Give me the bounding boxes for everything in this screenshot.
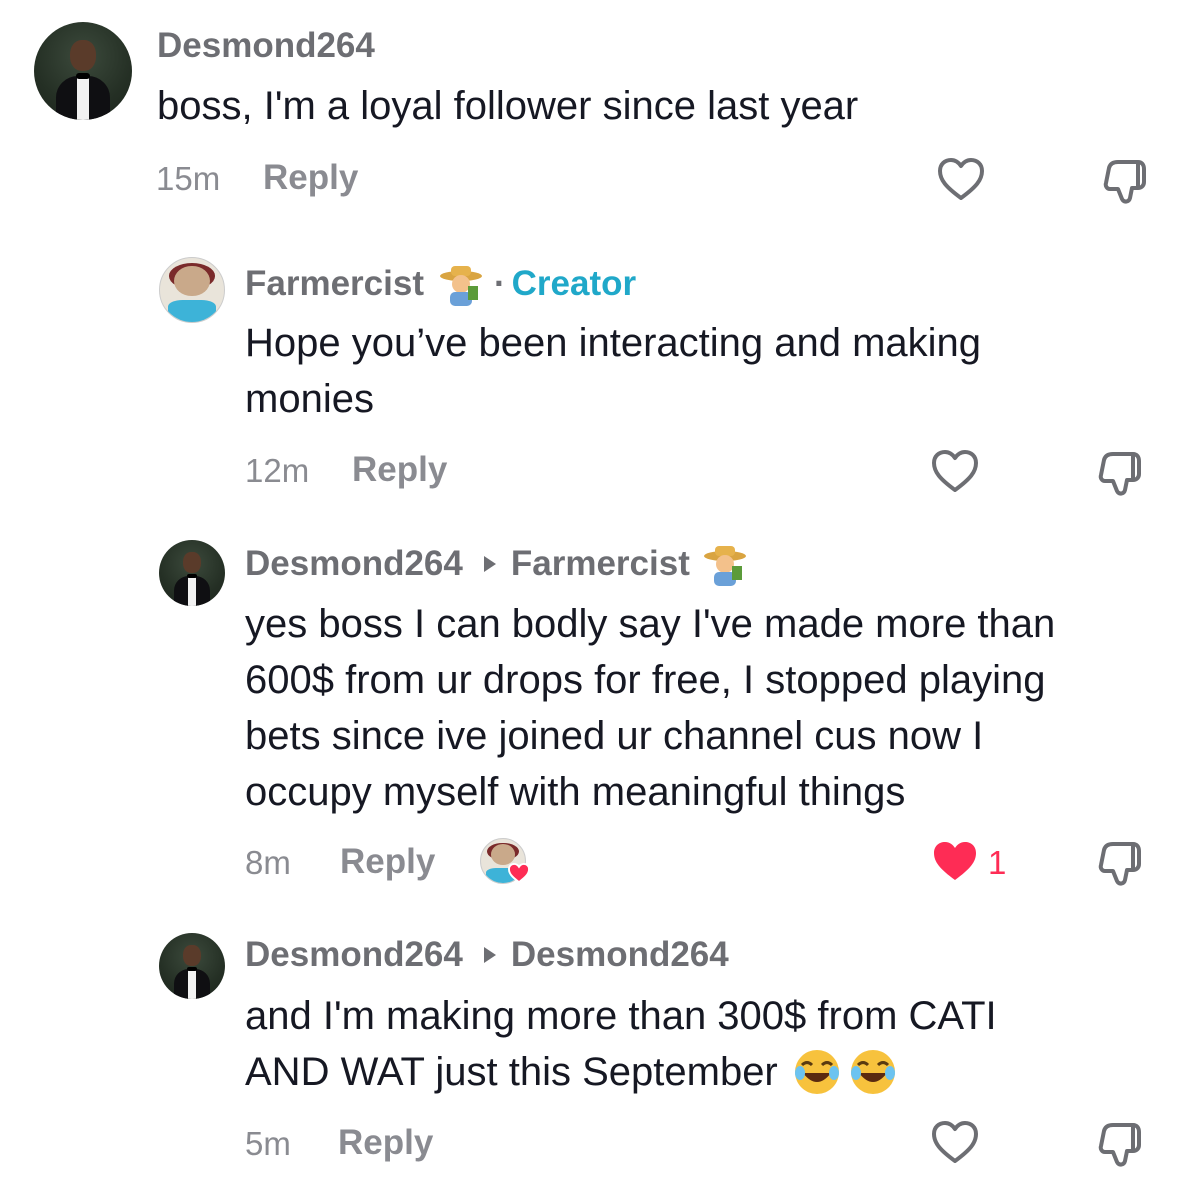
comment-text-line-1: yes boss I can bodly say I've made more … <box>245 602 1056 646</box>
reply-button[interactable]: Reply <box>340 842 435 882</box>
comment-4: Desmond264 Desmond264 and I'm making mor… <box>0 915 1194 1200</box>
comment-time: 5m <box>245 1125 291 1162</box>
creator-heart-icon <box>507 862 531 884</box>
farmer-emoji-icon <box>438 262 484 306</box>
comment-text-line-1: and I'm making more than 300$ from CATI <box>245 994 997 1038</box>
reply-to-username[interactable]: Farmercist <box>511 544 690 584</box>
comment-time: 8m <box>245 844 291 881</box>
comment-text: boss, I'm a loyal follower since last ye… <box>157 84 859 128</box>
comment-text-line-1: Hope you’ve been interacting and making <box>245 321 982 365</box>
comment-text-line-2: AND WAT just this September <box>245 1044 898 1100</box>
comment-username[interactable]: Farmercist · Creator <box>245 262 636 306</box>
like-count: 1 <box>988 844 1007 881</box>
heart-filled-icon[interactable] <box>930 838 980 884</box>
dislike-icon[interactable] <box>1100 156 1152 206</box>
dislike-icon[interactable] <box>1095 1119 1147 1169</box>
triangle-right-icon <box>483 556 496 572</box>
comment-username[interactable]: Desmond264 Farmercist <box>245 542 748 586</box>
comment-time: 15m <box>156 160 221 197</box>
comment-text-line-4: occupy myself with meaningful things <box>245 770 906 814</box>
dislike-icon[interactable] <box>1095 448 1147 498</box>
reply-button[interactable]: Reply <box>352 450 447 490</box>
reply-to-username[interactable]: Desmond264 <box>511 935 729 975</box>
avatar-desmond[interactable] <box>159 933 225 999</box>
comment-1: Desmond264 boss, I'm a loyal follower si… <box>0 0 1194 230</box>
dislike-icon[interactable] <box>1095 838 1147 888</box>
avatar-desmond[interactable] <box>159 540 225 606</box>
comment-3: Desmond264 Farmercist yes boss I can bod… <box>0 520 1194 915</box>
comment-text-line-3: bets since ive joined ur channel cus now… <box>245 714 984 758</box>
avatar-farmercist[interactable] <box>159 257 225 323</box>
comment-text-line-2: monies <box>245 377 374 421</box>
farmer-emoji-icon <box>702 542 748 586</box>
comment-username[interactable]: Desmond264 Desmond264 <box>245 935 729 975</box>
comment-text-line-2: 600$ from ur drops for free, I stopped p… <box>245 658 1046 702</box>
comment-time: 12m <box>245 452 310 489</box>
laughing-emoji-icon <box>850 1050 895 1094</box>
heart-outline-icon[interactable] <box>930 448 980 494</box>
reply-button[interactable]: Reply <box>338 1123 433 1163</box>
comment-2: Farmercist · Creator Hope you’ve been in… <box>0 230 1194 520</box>
reply-button[interactable]: Reply <box>263 158 358 198</box>
avatar-desmond[interactable] <box>34 22 132 120</box>
heart-outline-icon[interactable] <box>930 1119 980 1165</box>
triangle-right-icon <box>483 947 496 963</box>
comment-username[interactable]: Desmond264 <box>157 26 375 66</box>
heart-outline-icon[interactable] <box>936 156 986 202</box>
laughing-emoji-icon <box>794 1050 839 1094</box>
creator-badge: Creator <box>511 264 637 303</box>
